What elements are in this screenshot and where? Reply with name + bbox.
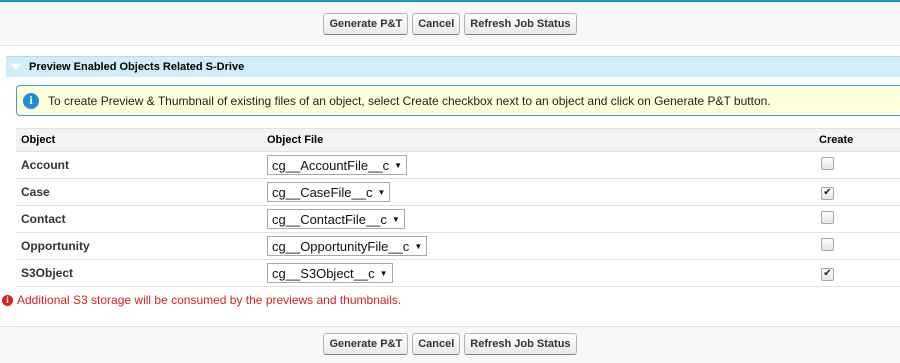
- generate-pt-button-top[interactable]: Generate P&T: [323, 12, 409, 35]
- generate-pt-button-bottom[interactable]: Generate P&T: [323, 332, 409, 355]
- info-text: To create Preview & Thumbnail of existin…: [48, 93, 771, 108]
- selected-value: cg__ContactFile__c: [272, 211, 387, 227]
- bottom-button-bar: Generate P&T Cancel Refresh Job Status: [0, 326, 900, 363]
- objects-table: Object Object File Create Account cg__Ac…: [16, 128, 900, 287]
- section-title: Preview Enabled Objects Related S-Drive: [29, 61, 245, 73]
- object-name: Opportunity: [16, 232, 262, 260]
- object-name: Contact: [16, 205, 262, 233]
- column-header-object: Object: [16, 128, 262, 152]
- selected-value: cg__OpportunityFile__c: [272, 238, 410, 254]
- create-checkbox[interactable]: [821, 211, 834, 224]
- object-name: S3Object: [16, 259, 262, 287]
- object-name: Account: [16, 151, 262, 179]
- dropdown-caret-icon: ▼: [391, 214, 400, 224]
- table-row: Case cg__CaseFile__c ▼ ✔: [16, 178, 900, 206]
- info-icon: i: [23, 92, 39, 109]
- dropdown-caret-icon: ▼: [394, 160, 402, 170]
- table-row: Account cg__AccountFile__c ▼: [16, 151, 900, 179]
- table-header-row: Object Object File Create: [16, 128, 900, 152]
- error-icon: i: [2, 294, 13, 306]
- dropdown-caret-icon: ▼: [377, 187, 386, 197]
- cancel-button-bottom[interactable]: Cancel: [412, 332, 461, 355]
- dropdown-caret-icon: ▼: [414, 241, 423, 251]
- collapse-triangle-icon[interactable]: [11, 64, 21, 70]
- object-file-select[interactable]: cg__ContactFile__c ▼: [267, 209, 405, 229]
- info-message: i To create Preview & Thumbnail of exist…: [16, 85, 900, 116]
- top-button-bar: Generate P&T Cancel Refresh Job Status: [0, 2, 900, 46]
- storage-warning: i Additional S3 storage will be consumed…: [2, 293, 401, 307]
- object-file-select[interactable]: cg__CaseFile__c ▼: [267, 182, 391, 202]
- object-file-select[interactable]: cg__AccountFile__c ▼: [267, 155, 407, 175]
- table-row: S3Object cg__S3Object__c ▼ ✔: [16, 259, 900, 287]
- dropdown-caret-icon: ▼: [379, 268, 388, 278]
- object-name: Case: [16, 178, 262, 206]
- object-file-select[interactable]: cg__S3Object__c ▼: [267, 263, 393, 283]
- selected-value: cg__S3Object__c: [272, 265, 375, 281]
- section-header[interactable]: Preview Enabled Objects Related S-Drive: [6, 56, 900, 77]
- selected-value: cg__AccountFile__c: [272, 157, 390, 173]
- object-file-select[interactable]: cg__OpportunityFile__c ▼: [267, 236, 428, 256]
- create-checkbox[interactable]: ✔: [821, 267, 834, 281]
- column-header-create: Create: [814, 128, 900, 152]
- create-checkbox[interactable]: [821, 238, 834, 251]
- create-checkbox[interactable]: ✔: [821, 186, 834, 200]
- refresh-job-status-button-bottom[interactable]: Refresh Job Status: [464, 332, 577, 355]
- warning-text: Additional S3 storage will be consumed b…: [17, 293, 402, 307]
- cancel-button-top[interactable]: Cancel: [412, 12, 461, 35]
- create-checkbox[interactable]: [821, 157, 834, 170]
- table-row: Contact cg__ContactFile__c ▼: [16, 205, 900, 233]
- checkmark-icon: ✔: [823, 268, 832, 280]
- refresh-job-status-button-top[interactable]: Refresh Job Status: [464, 12, 577, 35]
- selected-value: cg__CaseFile__c: [272, 184, 373, 200]
- checkmark-icon: ✔: [823, 187, 832, 199]
- column-header-object-file: Object File: [262, 128, 814, 152]
- table-row: Opportunity cg__OpportunityFile__c ▼: [16, 232, 900, 260]
